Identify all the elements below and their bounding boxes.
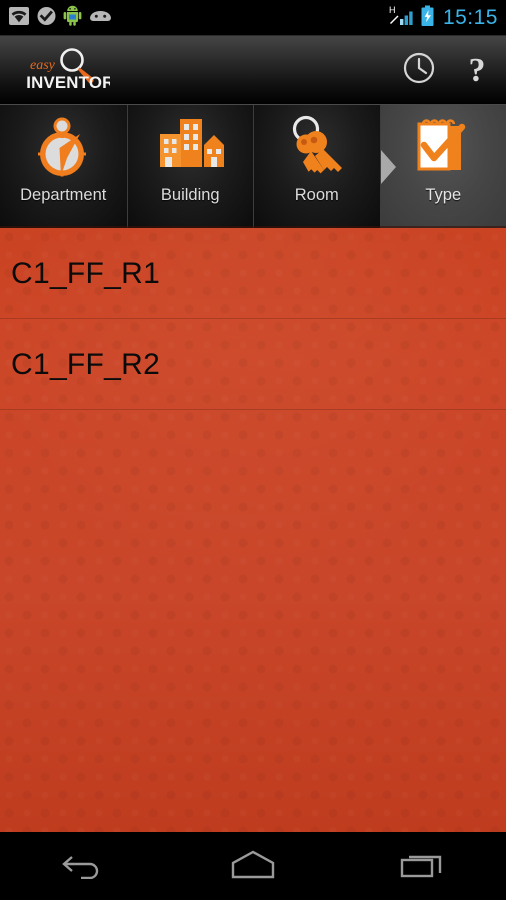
system-navigation-bar bbox=[0, 832, 506, 900]
history-button[interactable] bbox=[390, 36, 448, 105]
list-item-label: C1_FF_R1 bbox=[11, 256, 161, 290]
tab-department-label: Department bbox=[20, 186, 107, 204]
status-bar: H 15:15 bbox=[0, 0, 506, 36]
type-list: C1_FF_R1 C1_FF_R2 bbox=[0, 228, 506, 832]
breadcrumb-tab-strip: Department Building Room Type bbox=[0, 105, 506, 228]
check-badge-icon bbox=[36, 6, 57, 31]
clock-icon bbox=[402, 51, 436, 90]
checklist-notepad-icon bbox=[407, 105, 479, 189]
svg-text:H: H bbox=[389, 5, 396, 15]
android-robot-icon bbox=[63, 5, 82, 31]
svg-text:easy: easy bbox=[30, 58, 56, 73]
app-logo: easy INVENTORY bbox=[14, 47, 110, 95]
svg-text:INVENTORY: INVENTORY bbox=[26, 73, 110, 92]
wifi-icon bbox=[8, 6, 30, 31]
status-bar-left-icons bbox=[8, 5, 113, 31]
tab-building-label: Building bbox=[160, 186, 220, 204]
list-item[interactable]: C1_FF_R2 bbox=[0, 319, 506, 410]
nav-home-button[interactable] bbox=[198, 832, 308, 900]
tab-room[interactable]: Room bbox=[253, 105, 380, 228]
app-screen: H 15:15 easy INVENTO ? Department Buildi… bbox=[0, 0, 506, 900]
battery-charging-icon bbox=[420, 5, 435, 32]
tab-room-label: Room bbox=[294, 186, 339, 204]
tab-type[interactable]: Type bbox=[379, 105, 506, 228]
status-bar-right-icons: H 15:15 bbox=[389, 5, 498, 32]
tab-type-label: Type bbox=[425, 186, 462, 204]
list-item[interactable]: C1_FF_R1 bbox=[0, 228, 506, 319]
buildings-icon bbox=[154, 105, 226, 189]
nav-back-button[interactable] bbox=[29, 832, 139, 900]
status-bar-clock: 15:15 bbox=[442, 5, 498, 29]
action-bar: easy INVENTORY ? bbox=[0, 36, 506, 105]
compass-icon bbox=[30, 105, 96, 189]
recents-icon bbox=[398, 848, 446, 885]
list-item-label: C1_FF_R2 bbox=[11, 347, 161, 381]
android-face-icon bbox=[88, 8, 113, 28]
tab-department[interactable]: Department bbox=[0, 105, 127, 228]
help-button[interactable]: ? bbox=[448, 36, 506, 105]
home-icon bbox=[227, 848, 279, 885]
nav-recents-button[interactable] bbox=[367, 832, 477, 900]
active-tab-arrow-icon bbox=[380, 149, 396, 184]
back-arrow-icon bbox=[60, 849, 108, 884]
question-mark-icon: ? bbox=[468, 51, 486, 89]
tab-building[interactable]: Building bbox=[126, 105, 253, 228]
signal-bars-icon: H bbox=[389, 5, 415, 32]
keys-icon bbox=[282, 105, 352, 189]
